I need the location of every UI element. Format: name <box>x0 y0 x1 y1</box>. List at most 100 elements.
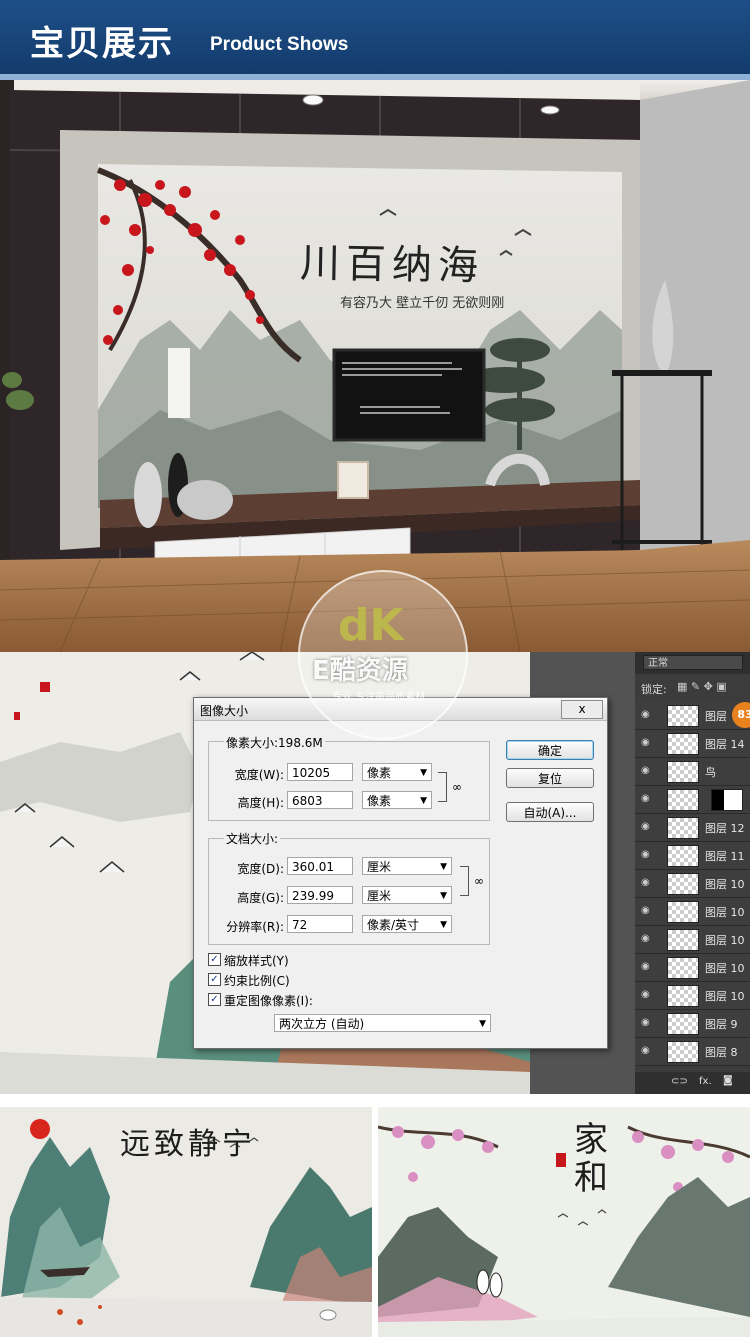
layer-name: 图层 12 <box>705 822 745 835</box>
layer-row[interactable]: ◉ 图层 12 <box>635 814 750 842</box>
link-layers-icon[interactable]: ⊂⊃ <box>671 1076 688 1087</box>
lock-label: 锁定: <box>641 683 667 696</box>
layer-row[interactable]: ◉ <box>635 786 750 814</box>
layer-thumbnail <box>667 1013 699 1035</box>
layer-thumbnail <box>667 845 699 867</box>
mural-sample-left: 宁静致远 <box>0 1107 372 1337</box>
layer-name: 鸟 <box>705 766 716 779</box>
ok-button[interactable]: 确定 <box>506 740 594 760</box>
layer-thumbnail <box>667 985 699 1007</box>
resolution-input[interactable]: 72 <box>287 915 353 933</box>
layer-row[interactable]: ◉ 图层 14 <box>635 730 750 758</box>
doc-height-unit-value: 厘米 <box>367 889 392 903</box>
eye-visibility-icon[interactable]: ◉ <box>641 877 650 888</box>
dialog-title: 图像大小 <box>200 704 249 718</box>
pixel-height-unit-select[interactable]: 像素 ▼ <box>362 791 432 809</box>
pixel-link-bracket <box>438 772 447 802</box>
blend-mode-select[interactable]: 正常 <box>643 655 743 670</box>
eye-visibility-icon[interactable]: ◉ <box>641 989 650 1000</box>
layer-name: 图层 11 <box>705 850 745 863</box>
mural-left-calligraphy-text: 宁静致远 <box>120 1127 256 1162</box>
layer-name: 图层 9 <box>705 1018 738 1031</box>
eye-visibility-icon[interactable]: ◉ <box>641 849 650 860</box>
doc-width-unit-value: 厘米 <box>367 860 392 874</box>
header-title-en: Product Shows <box>210 34 349 55</box>
eye-visibility-icon[interactable]: ◉ <box>641 1017 650 1028</box>
image-size-dialog: 图像大小 x 像素大小:198.6M 宽度(W): 10205 像素 ▼ 高度(H… <box>193 697 608 1049</box>
layer-name: 图层 10 <box>705 990 745 1003</box>
chevron-down-icon: ▼ <box>440 862 447 872</box>
layer-row[interactable]: ◉ 图层 9 <box>635 1010 750 1038</box>
eye-visibility-icon[interactable]: ◉ <box>641 765 650 776</box>
dialog-close-button[interactable]: x <box>561 700 603 719</box>
layer-thumbnail <box>667 1041 699 1063</box>
layer-thumbnail <box>667 733 699 755</box>
pixel-width-unit-select[interactable]: 像素 ▼ <box>362 763 432 781</box>
layer-thumbnail <box>667 873 699 895</box>
mural-right-calligraphy: 家和 <box>574 1121 614 1197</box>
seal-stamp <box>556 1153 566 1167</box>
eye-visibility-icon[interactable]: ◉ <box>641 709 650 720</box>
eye-visibility-icon[interactable]: ◉ <box>641 821 650 832</box>
pixel-width-input[interactable]: 10205 <box>287 763 353 781</box>
layer-thumbnail <box>667 957 699 979</box>
mural-calligraphy-main-text: 海纳百川 <box>299 240 485 290</box>
resample-method-select[interactable]: 两次立方 (自动) ▼ <box>274 1014 491 1032</box>
watermark-subtitle: 专业 专注高品质素材 <box>332 692 426 703</box>
chevron-down-icon: ▼ <box>479 1019 486 1029</box>
layer-row[interactable]: ◉ 图层 8 <box>635 1038 750 1066</box>
layer-row[interactable]: ◉ 图层 10 <box>635 982 750 1010</box>
chevron-down-icon: ▼ <box>420 796 427 806</box>
eye-visibility-icon[interactable]: ◉ <box>641 1045 650 1056</box>
layer-row[interactable]: ◉ 图层 11 <box>635 842 750 870</box>
doc-height-unit-select[interactable]: 厘米 ▼ <box>362 886 452 904</box>
chevron-down-icon: ▼ <box>440 891 447 901</box>
resample-label: 重定图像像素(I): <box>224 994 313 1008</box>
doc-width-unit-select[interactable]: 厘米 ▼ <box>362 857 452 875</box>
eye-visibility-icon[interactable]: ◉ <box>641 737 650 748</box>
resolution-unit-select[interactable]: 像素/英寸 ▼ <box>362 915 452 933</box>
layer-name: 图层 10 <box>705 962 745 975</box>
layer-row[interactable]: ◉ 鸟 <box>635 758 750 786</box>
reset-button[interactable]: 复位 <box>506 768 594 788</box>
layer-mask-thumbnail <box>711 789 743 811</box>
layer-name: 图层 10 <box>705 906 745 919</box>
doc-width-input[interactable]: 360.01 <box>287 857 353 875</box>
layer-row[interactable]: ◉ 图层 10 <box>635 898 750 926</box>
resolution-label: 分辨率(R): <box>226 920 284 934</box>
chain-link-icon: ∞ <box>452 780 462 794</box>
room-photo: 海纳百川 有容乃大 壁立千仞 无欲则刚 <box>0 80 750 652</box>
layer-name: 图层 14 <box>705 738 745 751</box>
eye-visibility-icon[interactable]: ◉ <box>641 905 650 916</box>
constrain-proportions-checkbox[interactable]: ✓ <box>208 973 221 986</box>
layer-name: 图层 10 <box>705 878 745 891</box>
scale-styles-checkbox[interactable]: ✓ <box>208 953 221 966</box>
auto-button[interactable]: 自动(A)... <box>506 802 594 822</box>
eye-visibility-icon[interactable]: ◉ <box>641 933 650 944</box>
constrain-proportions-label: 约束比例(C) <box>224 974 290 988</box>
mural-sample-right: 家和 <box>378 1107 750 1337</box>
mask-icon[interactable]: ◙ <box>723 1075 733 1086</box>
mural-calligraphy-main: 海纳百川 <box>300 230 485 291</box>
layer-thumbnail <box>667 705 699 727</box>
layer-thumbnail <box>667 761 699 783</box>
resample-checkbox[interactable]: ✓ <box>208 993 221 1006</box>
mural-calligraphy-sub: 有容乃大 壁立千仞 无欲则刚 <box>340 292 504 311</box>
layer-row[interactable]: ◉ 图层 10 <box>635 926 750 954</box>
watermark-brand: E酷资源 <box>312 656 408 686</box>
header-title-cn: 宝贝展示 <box>30 24 174 64</box>
layer-name: 图层 <box>705 710 727 723</box>
fx-icon[interactable]: fx. <box>699 1076 712 1087</box>
pixel-height-label: 高度(H): <box>237 796 284 810</box>
layer-thumbnail <box>667 901 699 923</box>
layer-row[interactable]: ◉ 图层 10 <box>635 954 750 982</box>
eye-visibility-icon[interactable]: ◉ <box>641 793 650 804</box>
eye-visibility-icon[interactable]: ◉ <box>641 961 650 972</box>
layer-row[interactable]: ◉ 图层 10 <box>635 870 750 898</box>
layer-thumbnail <box>667 929 699 951</box>
pixel-height-unit-value: 像素 <box>367 794 392 808</box>
lock-icons: ▦ ✎ ✥ ▣ <box>677 680 727 693</box>
pixel-height-input[interactable]: 6803 <box>287 791 353 809</box>
doc-height-input[interactable]: 239.99 <box>287 886 353 904</box>
mural-right-calligraphy-text: 家和 <box>574 1120 608 1198</box>
